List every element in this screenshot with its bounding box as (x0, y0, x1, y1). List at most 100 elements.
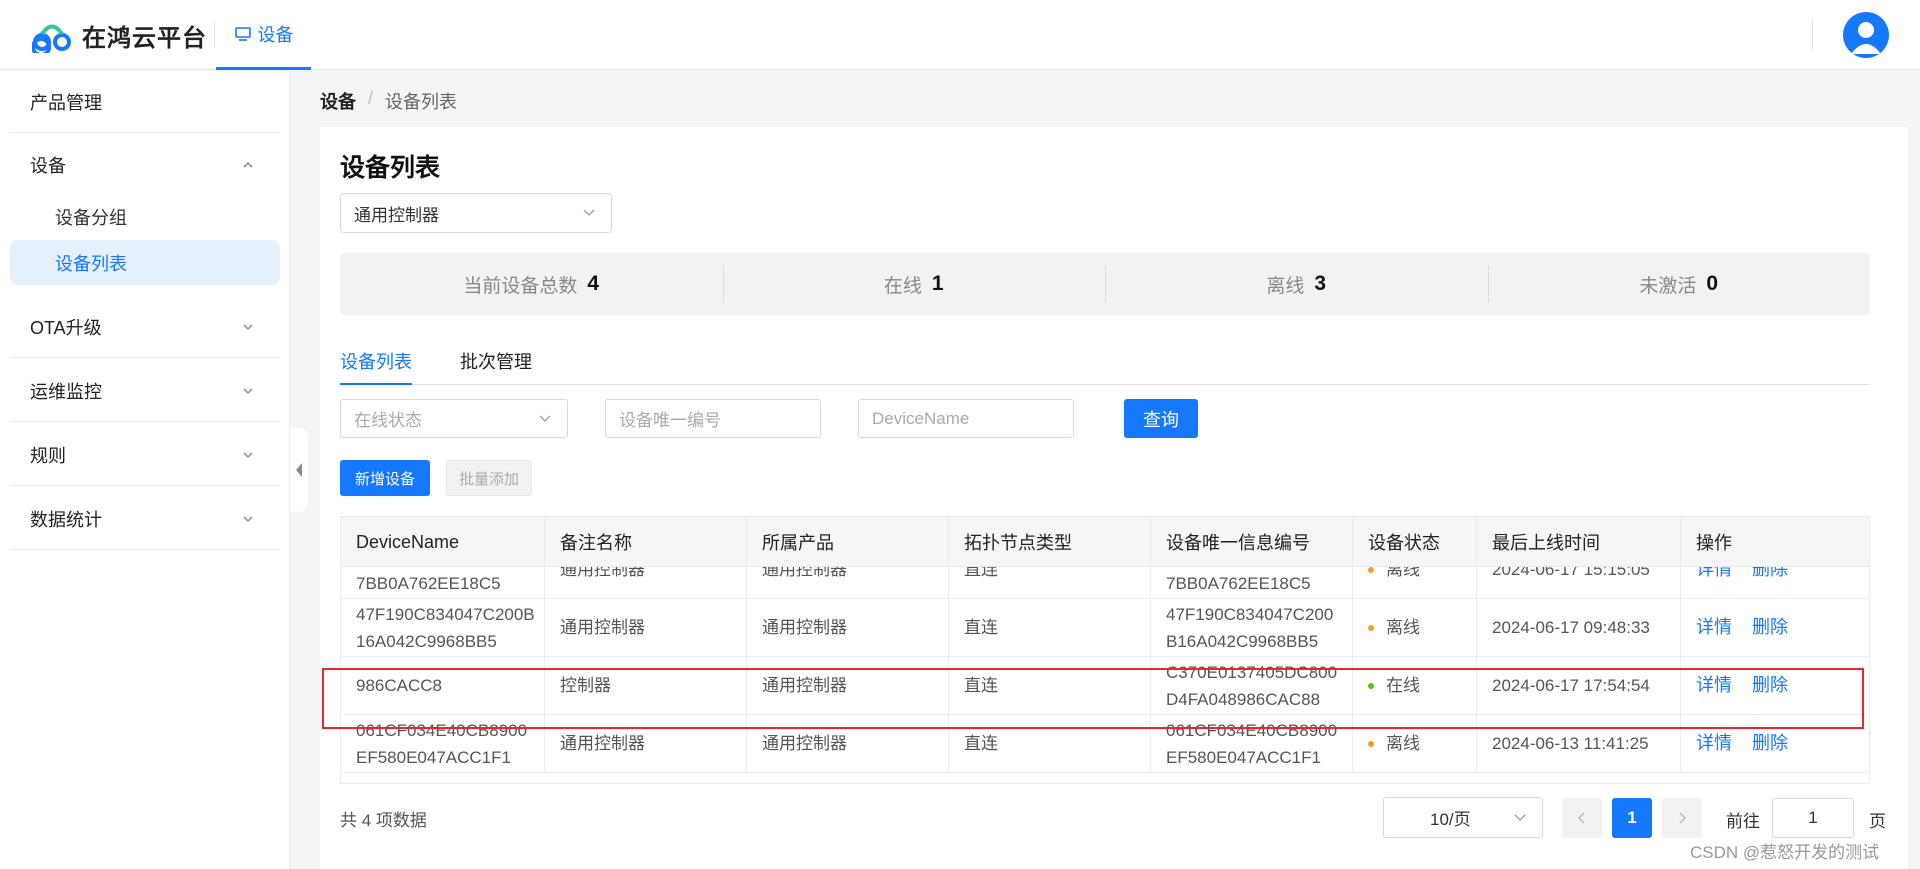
tab-device[interactable]: 设备 (216, 0, 311, 70)
stat-label: 未激活 (1639, 275, 1697, 297)
detail-link[interactable]: 详情 (1696, 730, 1732, 757)
cloud-logo-icon (32, 24, 71, 53)
top-header: 在鸿云平台 设备 (0, 0, 1920, 70)
product-select-value: 通用控制器 (354, 205, 439, 225)
offline-dot-icon (1368, 624, 1374, 631)
devicename-search-input[interactable]: DeviceName (858, 399, 1074, 438)
cell-topology: 直连 (949, 599, 1151, 656)
breadcrumb-device-list: 设备列表 (385, 92, 458, 112)
sidebar-item-monitor[interactable]: 运维监控 (10, 360, 280, 422)
goto-page-input[interactable]: 1 (1772, 798, 1854, 838)
chevron-down-icon (583, 209, 595, 216)
breadcrumb-separator: / (368, 88, 374, 108)
stat-value: 3 (1314, 272, 1327, 295)
product-select[interactable]: 通用控制器 (340, 193, 612, 233)
monitor-icon (234, 26, 251, 41)
stat-value: 4 (587, 272, 600, 295)
add-device-button[interactable]: 新增设备 (340, 460, 430, 496)
stat-label: 在线 (883, 275, 922, 297)
batch-add-button[interactable]: 批量添加 (446, 460, 532, 496)
breadcrumb-device[interactable]: 设备 (320, 88, 356, 114)
sidebar-item-label: 运维监控 (30, 381, 102, 402)
status-filter-select[interactable]: 在线状态 (340, 399, 568, 438)
page-size-value: 10/页 (1430, 810, 1471, 829)
page-number-current[interactable]: 1 (1612, 798, 1652, 838)
chevron-down-icon (243, 515, 253, 522)
sidebar-item-product[interactable]: 产品管理 (10, 71, 280, 133)
col-topology: 拓扑节点类型 (949, 517, 1151, 567)
watermark: CSDN @惹怒开发的测试 (1690, 843, 1880, 862)
delete-link[interactable]: 删除 (1752, 730, 1788, 757)
sidebar: 产品管理 设备 设备分组 设备列表 OTA升级 运维监控 规则 数据统计 (0, 71, 290, 869)
device-stats: 当前设备总数 4 在线 1 离线 3 未激活 0 (340, 253, 1870, 315)
col-actions: 操作 (1696, 533, 1732, 553)
sidebar-item-label: 规则 (30, 445, 66, 466)
header-divider-right (1812, 20, 1813, 50)
query-button[interactable]: 查询 (1124, 399, 1198, 438)
sidebar-item-ota[interactable]: OTA升级 (10, 296, 280, 358)
tab-device-list[interactable]: 设备列表 (340, 348, 412, 385)
prev-page-button[interactable] (1562, 798, 1602, 838)
uid-search-input[interactable]: 设备唯一编号 (605, 399, 821, 438)
stat-label: 离线 (1266, 275, 1305, 297)
col-status: 设备状态 (1353, 517, 1477, 567)
status-text: 离线 (1386, 618, 1420, 637)
page-title: 设备列表 (340, 154, 441, 182)
device-table: DeviceName 备注名称 所属产品 拓扑节点类型 设备唯一信息编号 设备状… (340, 516, 1870, 784)
sidebar-subitem-device-group[interactable]: 设备分组 (10, 194, 280, 239)
cell-last-online: 2024-06-17 09:48:33 (1477, 599, 1681, 656)
cell-status: 离线 (1353, 599, 1477, 656)
offline-dot-icon (1368, 740, 1374, 747)
cell-devicename: 47F190C834047C200B16A042C9968BB5 (341, 599, 545, 656)
content-tabs: 设备列表 批次管理 (340, 340, 1870, 385)
table-header: DeviceName 备注名称 所属产品 拓扑节点类型 设备唯一信息编号 设备状… (341, 517, 1869, 567)
user-icon (1851, 22, 1881, 54)
uid-placeholder: 设备唯一编号 (619, 411, 721, 430)
cell-actions: 详情 删除 (1681, 599, 1869, 656)
logo[interactable]: 在鸿云平台 (32, 18, 207, 53)
sidebar-item-label: 数据统计 (30, 509, 102, 530)
stat-value: 0 (1706, 272, 1719, 295)
sidebar-item-device[interactable]: 设备 (10, 134, 280, 196)
avatar[interactable] (1843, 12, 1889, 58)
chevron-right-icon (1679, 812, 1687, 824)
chevron-down-icon (243, 387, 253, 394)
sidebar-collapse-handle[interactable] (290, 428, 308, 512)
detail-link[interactable]: 详情 (1696, 614, 1732, 641)
col-devicename: DeviceName (341, 517, 545, 567)
cell-uid: 47F190C834047C200B16A042C9968BB5 (1151, 599, 1353, 656)
sidebar-subitem-label: 设备分组 (55, 207, 127, 228)
logo-text: 在鸿云平台 (82, 25, 207, 52)
table-row: 47F190C834047C200B16A042C9968BB5 通用控制器 通… (341, 599, 1869, 657)
page-size-select[interactable]: 10/页 (1383, 797, 1543, 838)
tab-device-label: 设备 (257, 24, 294, 45)
total-count: 共 4 项数据 (340, 811, 427, 830)
offline-dot-icon (1368, 566, 1374, 573)
chevron-down-icon (243, 323, 253, 330)
sidebar-item-label: 产品管理 (30, 92, 102, 113)
sidebar-item-stats[interactable]: 数据统计 (10, 488, 280, 550)
col-remark: 备注名称 (545, 517, 747, 567)
delete-link[interactable]: 删除 (1752, 614, 1788, 641)
goto-label: 前往 (1726, 812, 1760, 831)
tab-batch-manage[interactable]: 批次管理 (460, 348, 532, 385)
devicename-placeholder: DeviceName (872, 408, 970, 428)
sidebar-item-label: 设备 (30, 156, 66, 176)
chevron-left-icon (1577, 812, 1585, 824)
sidebar-subitem-device-list[interactable]: 设备列表 (10, 240, 280, 285)
table-body: 30AB71A90406E340077BB0A762EE18C5 通用控制器 通… (341, 541, 1869, 773)
cell-product: 通用控制器 (747, 599, 949, 656)
stat-total: 当前设备总数 4 (340, 253, 723, 315)
stat-value: 1 (931, 272, 944, 295)
col-last-online: 最后上线时间 (1477, 517, 1681, 567)
highlight-annotation-box (322, 668, 1864, 729)
stat-label: 当前设备总数 (463, 275, 578, 297)
stat-inactive: 未激活 0 (1487, 253, 1871, 315)
chevron-up-icon (243, 161, 253, 168)
stat-online: 在线 1 (722, 253, 1106, 315)
next-page-button[interactable] (1662, 798, 1702, 838)
sidebar-item-rules[interactable]: 规则 (10, 424, 280, 486)
sidebar-item-label: OTA升级 (30, 317, 102, 338)
header-divider (214, 22, 215, 48)
chevron-down-icon (1514, 814, 1526, 821)
